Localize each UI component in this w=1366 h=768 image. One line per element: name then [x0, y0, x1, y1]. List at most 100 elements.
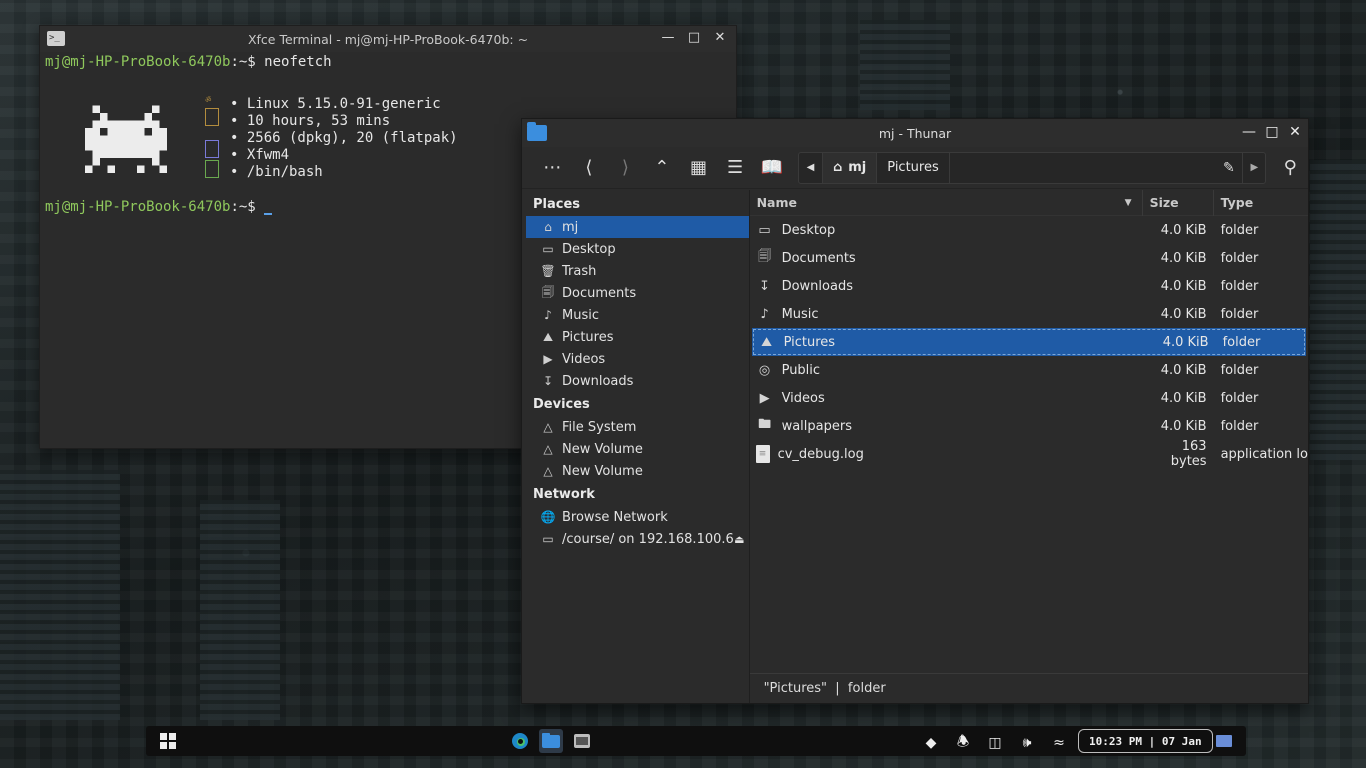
file-manager-window[interactable]: mj - Thunar — □ ✕ ⋯ ⟨ ⟩ ⌃ ▦ ☰ 📖 ◀ ⌂ mj P… — [521, 118, 1309, 704]
file-type: folder — [1220, 390, 1259, 406]
file-row[interactable]: 🗐 Documents 4.0 KiB folder — [750, 244, 1308, 272]
parent-folder-icon[interactable]: ⌃ — [644, 152, 681, 184]
sidebar-item-desktop[interactable]: ▭ Desktop — [522, 238, 749, 260]
file-row[interactable]: ▭ Desktop 4.0 KiB folder — [750, 216, 1308, 244]
sidebar-item-label: /course/ on 192.168.100.6 — [562, 531, 734, 547]
file-row-selected[interactable]: ⛰ Pictures 4.0 KiB folder — [751, 328, 1306, 356]
back-icon[interactable]: ⟨ — [571, 152, 608, 184]
menu-more-icon[interactable]: ⋯ — [534, 152, 571, 184]
videos-icon: ▶ — [543, 352, 553, 366]
file-row[interactable]: ▶ Videos 4.0 KiB folder — [750, 384, 1308, 412]
clock[interactable]: 10:23 PM | 07 Jan — [1078, 729, 1213, 753]
sidebar-item-downloads[interactable]: ↧ Downloads — [522, 370, 749, 392]
sidebar-item-label: File System — [562, 419, 637, 435]
folder-icon: 🖿 — [758, 417, 772, 432]
sidebar-item-trash[interactable]: 🗑 Trash — [522, 260, 749, 282]
file-manager-taskbar-icon[interactable] — [539, 729, 563, 753]
sidebar-item-documents[interactable]: 🗐 Documents — [522, 282, 749, 304]
sidebar-item-music[interactable]: ♪ Music — [522, 304, 749, 326]
file-row[interactable]: ≡ cv_debug.log 163 bytes application lo — [750, 439, 1308, 469]
file-name: Videos — [781, 390, 825, 406]
drive-icon: △ — [543, 442, 553, 456]
breadcrumb-home[interactable]: ⌂ mj — [822, 152, 878, 183]
desktop-icon: ▭ — [758, 222, 771, 238]
file-name: Desktop — [781, 222, 836, 238]
eject-icon[interactable]: ⏏ — [734, 533, 744, 546]
icon-view-icon[interactable]: ▦ — [680, 152, 717, 184]
column-type-label: Type — [1220, 195, 1254, 210]
file-name: Documents — [781, 250, 856, 266]
file-type: folder — [1220, 306, 1259, 322]
file-name: cv_debug.log — [777, 446, 864, 462]
sidebar-item-label: New Volume — [562, 441, 643, 457]
sidebar-item-videos[interactable]: ▶ Videos — [522, 348, 749, 370]
file-type: folder — [1220, 362, 1259, 378]
toolbar: ⋯ ⟨ ⟩ ⌃ ▦ ☰ 📖 ◀ ⌂ mj Pictures ✎ ▶ ⚲ — [522, 147, 1308, 189]
path-scroll-right-icon[interactable]: ▶ — [1243, 153, 1265, 183]
file-name: Downloads — [781, 278, 853, 294]
compact-view-icon[interactable]: 📖 — [753, 152, 790, 184]
file-row[interactable]: ↧ Downloads 4.0 KiB folder — [750, 272, 1308, 300]
column-size-label: Size — [1149, 195, 1179, 210]
wifi-icon[interactable]: ≈ — [1050, 735, 1068, 751]
sidebar-item-mj[interactable]: ⌂ mj — [526, 216, 749, 238]
trash-icon: 🗑 — [540, 264, 556, 278]
music-icon: ♪ — [544, 308, 552, 322]
file-size: 4.0 KiB — [1160, 222, 1207, 238]
sort-descending-icon: ▼ — [1124, 197, 1132, 208]
sidebar-item-pictures[interactable]: ⛰ Pictures — [522, 326, 749, 348]
close-icon[interactable]: ✕ — [712, 30, 728, 45]
forward-icon[interactable]: ⟩ — [607, 152, 644, 184]
neofetch-ascii-logo-icon — [85, 105, 167, 173]
file-size: 4.0 KiB — [1160, 306, 1207, 322]
minimize-icon[interactable]: — — [1242, 124, 1256, 140]
neofetch-info: • Linux 5.15.0-91-generic • 10 hours, 53… — [230, 96, 458, 181]
column-name[interactable]: Name ▼ — [750, 189, 1143, 216]
sidebar-item-label: Videos — [562, 351, 606, 367]
downloads-icon: ↧ — [542, 374, 554, 388]
sidebar-item-file-system[interactable]: △ File System — [522, 416, 749, 438]
file-row[interactable]: ◎ Public 4.0 KiB folder — [750, 356, 1308, 384]
home-icon: ⌂ — [544, 220, 552, 234]
sidebar-item-new-volume[interactable]: △ New Volume — [522, 460, 749, 482]
maximize-icon[interactable]: □ — [1265, 124, 1279, 140]
breadcrumb-current[interactable]: Pictures — [877, 152, 950, 183]
documents-icon: 🗐 — [758, 249, 772, 264]
start-menu-icon[interactable] — [160, 733, 176, 749]
column-size[interactable]: Size — [1143, 189, 1214, 216]
file-row[interactable]: 🖿 wallpapers 4.0 KiB folder — [750, 412, 1308, 440]
terminal-taskbar-icon[interactable] — [570, 729, 594, 753]
sidebar-item-new-volume[interactable]: △ New Volume — [522, 438, 749, 460]
file-manager-titlebar[interactable]: mj - Thunar — □ ✕ — [522, 119, 1308, 147]
file-row[interactable]: ♪ Music 4.0 KiB folder — [750, 300, 1308, 328]
file-size: 4.0 KiB — [1160, 250, 1207, 266]
close-icon[interactable]: ✕ — [1288, 124, 1302, 140]
minimize-icon[interactable]: — — [660, 30, 676, 45]
sidebar-item-browse-network[interactable]: 🌐 Browse Network — [522, 506, 749, 528]
maximize-icon[interactable]: □ — [686, 30, 702, 45]
terminal-title: Xfce Terminal - mj@mj-HP-ProBook-6470b: … — [247, 31, 529, 47]
volume-icon[interactable]: 🕪 — [1018, 735, 1036, 751]
info-wm: • Xfwm4 — [230, 147, 290, 163]
edge-browser-icon[interactable] — [508, 729, 532, 753]
battery-icon[interactable]: ◫ — [986, 735, 1004, 751]
drive-icon: △ — [543, 464, 553, 478]
search-icon[interactable]: ⚲ — [1272, 152, 1308, 184]
documents-icon: 🗐 — [542, 284, 554, 299]
file-size: 4.0 KiB — [1160, 278, 1207, 294]
edit-location-icon[interactable]: ✎ — [1215, 152, 1244, 183]
diamond-app-icon[interactable]: ◆ — [922, 735, 940, 751]
notification-bell-icon[interactable]: 🕭 — [954, 731, 972, 755]
show-desktop-icon[interactable] — [1216, 735, 1232, 747]
command-text: neofetch — [264, 54, 332, 70]
file-name: Music — [781, 306, 819, 322]
terminal-output[interactable]: mj@mj-HP-ProBook-6470b:~$ neofetch ॐ • L… — [40, 52, 736, 215]
wallpaper-building — [200, 500, 280, 720]
terminal-titlebar[interactable]: >_ Xfce Terminal - mj@mj-HP-ProBook-6470… — [40, 26, 736, 52]
sidebar-item-network-share[interactable]: ▭ /course/ on 192.168.100.6 ⏏ — [522, 528, 749, 550]
file-size: 4.0 KiB — [1162, 334, 1209, 350]
sidebar-heading-devices: Devices — [533, 397, 590, 412]
column-type[interactable]: Type — [1214, 190, 1308, 216]
list-view-icon[interactable]: ☰ — [717, 152, 754, 184]
path-scroll-left-icon[interactable]: ◀ — [799, 152, 823, 183]
